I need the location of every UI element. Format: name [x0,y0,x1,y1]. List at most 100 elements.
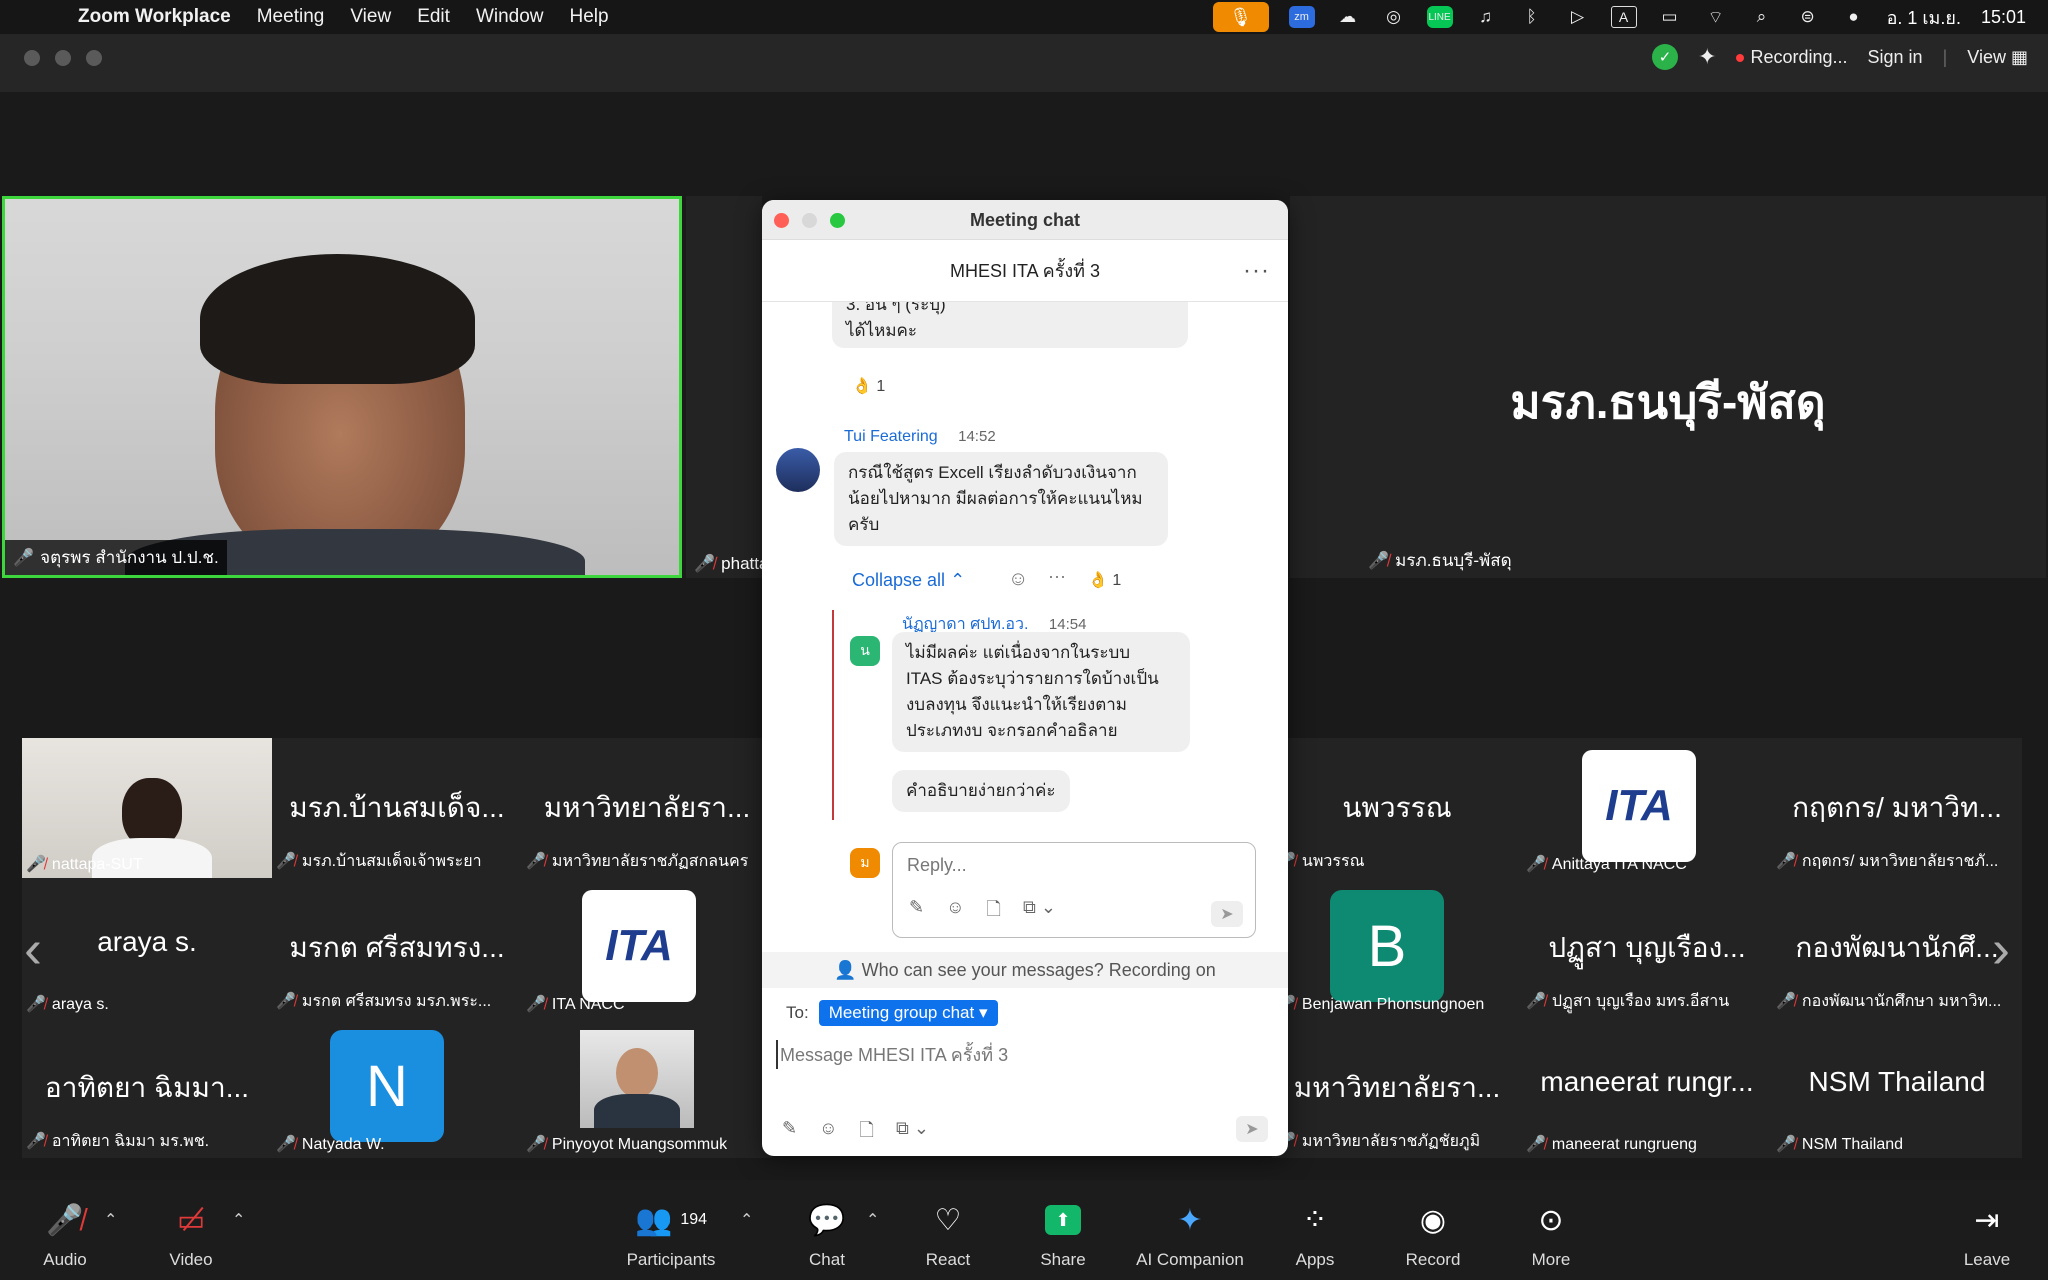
emoji-icon[interactable]: ☺ [946,897,964,927]
participants-button[interactable]: 👥 194 Participants [616,1198,726,1270]
next-page-arrow-icon[interactable]: › [1992,918,2010,980]
input-source-icon[interactable]: A [1610,6,1637,28]
participant-tile[interactable]: มรภ.บ้านสมเด็จ... 🎤̸ มรภ.บ้านสมเด็จเจ้าพระ… [272,738,522,878]
sparkle-icon[interactable]: ✦ [1698,44,1716,70]
visibility-notice[interactable]: 👤 Who can see your messages? Recording o… [762,952,1288,988]
participant-tile[interactable]: B🎤̸Benjawan Phonsungnoen [1272,878,1522,1018]
participant-tile[interactable]: NSM Thailand 🎤̸ NSM Thailand [1772,1018,2022,1158]
video-options-chevron-icon[interactable]: ⌃ [232,1210,245,1230]
participant-tile[interactable]: ปฏูสา บุญเรือง... 🎤̸ ปฏูสา บุญเรือง มทร.อี… [1522,878,1772,1018]
reply-bubble[interactable]: ไม่มีผลค่ะ แต่เนื่องจากในระบบ ITAS ต้องร… [892,632,1190,752]
battery-icon[interactable]: ▭ [1657,6,1683,28]
zoom-status-icon[interactable]: zm [1288,6,1315,28]
sender-avatar[interactable]: น [850,636,880,666]
chat-more-icon[interactable]: ··· [1243,240,1270,302]
file-icon[interactable]: 🗋 [986,897,1000,927]
line-icon[interactable]: LINE [1426,6,1453,28]
reply-send-icon[interactable]: ➤ [1211,901,1243,927]
more-button[interactable]: ⊙ More [1496,1198,1606,1270]
chat-close-button[interactable] [774,213,789,228]
reply-input[interactable]: Reply... ✎ ☺ 🗋 ⧉ ⌄ ➤ [892,842,1256,938]
chat-options-chevron-icon[interactable]: ⌃ [866,1210,879,1230]
reply-bubble[interactable]: คำอธิบายง่ายกว่าค่ะ [892,770,1070,812]
menubar-date[interactable]: อ. 1 เม.ย. [1887,3,1961,32]
file-icon[interactable]: 🗋 [859,1118,873,1148]
sync-icon[interactable]: ◎ [1381,6,1407,28]
participant-tile[interactable]: maneerat rungr... 🎤̸ maneerat rungrueng [1522,1018,1772,1158]
menu-view[interactable]: View [350,6,391,28]
sign-in-button[interactable]: Sign in [1868,47,1923,68]
security-shield-icon[interactable]: ✓ [1652,44,1679,70]
participant-tile[interactable]: araya s. 🎤̸ araya s. [22,878,272,1018]
collapse-all-button[interactable]: Collapse all ⌃ [852,570,965,591]
screenshot-icon[interactable]: ⧉ ⌄ [1023,897,1056,927]
chat-minimize-button[interactable] [802,213,817,228]
participant-tile[interactable]: อาทิตยา ฉิมมา... 🎤̸ อาทิตยา ฉิมมา มร.พช. [22,1018,272,1158]
window-minimize-button[interactable] [55,50,71,66]
format-icon[interactable]: ✎ [782,1118,797,1148]
prev-page-arrow-icon[interactable]: ‹ [24,918,42,980]
recording-indicator[interactable]: Recording... [1736,47,1848,68]
chat-zoom-button[interactable] [830,213,845,228]
airpods-icon[interactable]: ♫ [1473,6,1499,28]
ai-sparkle-icon: ✦ [1177,1203,1203,1237]
record-button[interactable]: ◉ Record [1378,1198,1488,1270]
big-tile-phatta[interactable]: 🎤̸ phatta [686,196,768,578]
window-close-button[interactable] [24,50,40,66]
reaction-ok[interactable]: 👌 1 [852,376,885,396]
participant-tile[interactable]: กองพัฒนานักศึ... 🎤̸ กองพัฒนานักศึกษา มหาวิ… [1772,878,2022,1018]
participant-tile[interactable]: ITA 🎤̸ ITA NACC [522,878,772,1018]
participant-tile[interactable]: มรกต ศรีสมทรง... 🎤̸ มรกต ศรีสมทรง มรภ.พระ.… [272,878,522,1018]
big-tile-thonburi[interactable]: มรภ.ธนบุรี-พัสดุ 🎤̸ มรภ.ธนบุรี-พัสดุ [1290,196,2046,578]
view-button[interactable]: View ▦ [1967,47,2028,68]
message-bubble-previous[interactable]: 3. อื่น ๆ (ระบุ) ได้ไหมคะ [832,302,1188,348]
audio-button[interactable]: 🎤̸ Audio [10,1198,120,1270]
play-icon[interactable]: ▷ [1565,6,1591,28]
ai-companion-button[interactable]: ✦ AI Companion [1120,1198,1260,1270]
emoji-icon[interactable]: ☺ [819,1118,837,1148]
menu-window[interactable]: Window [476,6,544,28]
menu-meeting[interactable]: Meeting [257,6,325,28]
menu-help[interactable]: Help [570,6,609,28]
message-more-icon[interactable]: ··· [1048,566,1066,587]
participant-tile[interactable]: มหาวิทยาลัยรา... 🎤̸มหาวิทยาลัยราชภัฏชัยภู… [1272,1018,1522,1158]
screenshot-icon[interactable]: ⧉ ⌄ [896,1118,929,1148]
participant-tile[interactable]: ITA 🎤̸ Anittaya ITA NACC [1522,738,1772,878]
apps-button[interactable]: ⁘ Apps [1260,1198,1370,1270]
participant-tile[interactable]: มหาวิทยาลัยรา... 🎤̸ มหาวิทยาลัยราชภัฏสกลนค… [522,738,772,878]
cloud-icon[interactable]: ☁ [1335,6,1361,28]
audio-options-chevron-icon[interactable]: ⌃ [104,1210,117,1230]
sender-name[interactable]: Tui Featering [844,428,938,445]
search-icon[interactable]: ⌕ [1749,6,1775,28]
menubar-time[interactable]: 15:01 [1981,7,2026,28]
leave-button[interactable]: ⇥ Leave [1932,1198,2042,1270]
participant-tile[interactable]: กฤตกร/ มหาวิท... 🎤̸ กฤตกร/ มหาวิทยาลัยราชภ… [1772,738,2022,878]
chat-button[interactable]: 💬 Chat [772,1198,882,1270]
bluetooth-icon[interactable]: ᛒ [1519,6,1545,28]
menu-app-name[interactable]: Zoom Workplace [78,6,231,28]
active-speaker-video[interactable]: 🎤 จตุรพร สำนักงาน ป.ป.ช. [2,196,682,578]
share-button[interactable]: ⬆ Share [1008,1198,1118,1270]
sender-avatar[interactable] [776,448,820,492]
menu-edit[interactable]: Edit [417,6,450,28]
control-center-icon[interactable]: ⊜ [1795,6,1821,28]
participant-tile[interactable]: นพวรรณ🎤̸นพวรรณ [1272,738,1522,878]
participants-options-chevron-icon[interactable]: ⌃ [740,1210,753,1230]
message-bubble[interactable]: กรณีใช้สูตร Excell เรียงลำดับวงเงินจาก น… [834,452,1168,546]
window-zoom-button[interactable] [86,50,102,66]
video-button[interactable]: ▭̸ Video [136,1198,246,1270]
sender-name[interactable]: นัฏญาดา ศปท.อว. [902,616,1028,633]
siri-icon[interactable]: ● [1841,6,1867,28]
react-button[interactable]: ♡ React [893,1198,1003,1270]
wifi-icon[interactable]: ⌔ [1703,6,1729,28]
participant-tile[interactable]: N 🎤̸ Natyada W. [272,1018,522,1158]
send-icon[interactable]: ➤ [1236,1116,1268,1142]
message-input[interactable]: Message MHESI ITA ครั้งที่ 3 [776,1040,1008,1069]
mic-in-use-icon[interactable]: 🎙 [1212,2,1269,32]
reaction-ok[interactable]: 👌 1 [1088,570,1121,590]
participant-tile[interactable]: 🎤̸ nattapa-SUT [22,738,272,878]
recipient-selector[interactable]: Meeting group chat ▾ [818,1000,998,1026]
format-icon[interactable]: ✎ [909,897,924,927]
participant-tile[interactable]: 🎤̸ Pinyoyot Muangsommuk [522,1018,772,1158]
add-reaction-icon[interactable]: ☺ [1008,568,1028,591]
